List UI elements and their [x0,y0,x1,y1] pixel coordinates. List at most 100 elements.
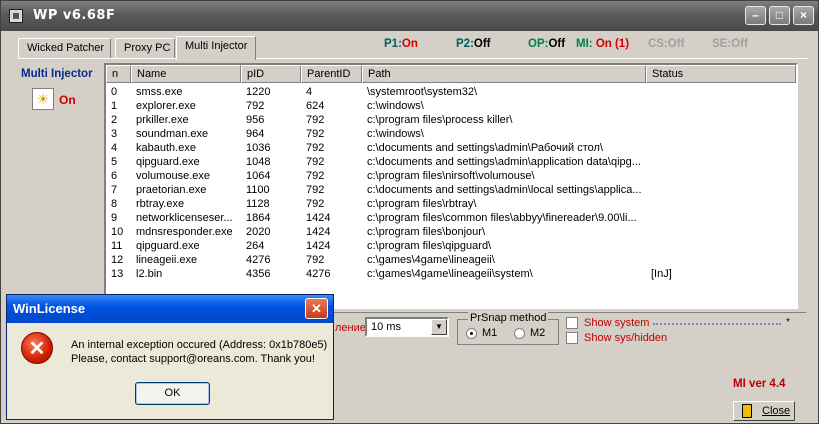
chevron-down-icon[interactable]: ▼ [431,319,447,335]
dialog-title-bar[interactable]: WinLicense ✕ [7,295,333,323]
table-cell: c:\documents and settings\admin\Рабочий … [367,142,603,154]
delay-value: 10 ms [371,321,401,333]
multi-injector-title: Multi Injector [21,68,93,80]
table-cell: 13 [111,268,124,280]
table-cell: 11 [111,240,123,252]
table-cell: c:\games\4game\lineageii\ [367,254,495,266]
table-row[interactable]: 4 kabauth.exe 1036 792 c:\documents and sett… [106,141,786,155]
sun-icon[interactable]: ☀ [32,88,54,110]
maximize-button[interactable]: □ [769,6,790,25]
table-cell: 264 [246,240,265,252]
table-cell: c:\program files\rbtray\ [367,198,477,210]
prsnap-group: PrSnap method M1 M2 [457,312,559,345]
show-hidden-label: Show sys/hidden [584,332,668,344]
delay-select[interactable]: 10 ms ▼ [365,317,449,337]
table-cell: c:\program files\common files\abbyy\fine… [367,212,637,224]
table-cell: 6 [111,170,118,182]
table-cell: 1100 [246,184,270,196]
column-header-n[interactable]: n [106,65,131,83]
process-list[interactable]: n Name pID ParentID Path Status 0 smss.ex… [104,63,798,309]
title-bar[interactable]: WP v6.68F – □ × [1,1,818,31]
minimize-button[interactable]: – [745,6,766,25]
table-cell: 956 [246,114,265,126]
table-cell: c:\program files\process killer\ [367,114,513,126]
table-row[interactable]: 13 l2.bin 4356 4276 c:\games\4game\lineageii… [106,267,786,281]
prsnap-label: PrSnap method [468,312,549,324]
app-icon[interactable] [9,9,23,23]
table-row[interactable]: 9 networklicenseser... 1864 1424 c:\program … [106,211,786,225]
table-cell: smss.exe [136,86,183,98]
table-row[interactable]: 5 qipguard.exe 1048 792 c:\documents and set… [106,155,786,169]
table-cell: qipguard.exe [136,156,200,168]
table-cell: 1864 [246,212,271,224]
ok-button[interactable]: OK [135,382,210,405]
table-cell: 964 [246,128,265,140]
table-cell: kabauth.exe [136,142,196,154]
table-cell: 2 [111,114,118,126]
table-row[interactable]: 10 mdnsresponder.exe 2020 1424 c:\program fi… [106,225,786,239]
table-row[interactable]: 1 explorer.exe 792 624 c:\windows\ [106,99,786,113]
table-cell: 1220 [246,86,271,98]
table-cell: 0 [111,86,118,98]
table-row[interactable]: 12 lineageii.exe 4276 792 c:\games\4game\lin… [106,253,786,267]
show-system-label: Show system [584,317,650,329]
table-cell: 624 [306,100,325,112]
table-cell: prkiller.exe [136,114,189,126]
radio-m2[interactable] [514,328,525,339]
table-row[interactable]: 11 qipguard.exe 264 1424 c:\program files\qi… [106,239,786,253]
status-p1: P1:On [384,38,418,50]
table-cell: c:\program files\qipguard\ [367,240,492,252]
table-cell: 4276 [246,254,271,266]
table-row[interactable]: 3 soundman.exe 964 792 c:\windows\ [106,127,786,141]
table-cell: 1048 [246,156,271,168]
radio-m1-label: M1 [482,327,498,339]
tab-multi-injector[interactable]: Multi Injector [176,36,256,60]
table-cell: 792 [306,170,325,182]
show-hidden-checkbox[interactable] [566,332,578,344]
table-cell: 1424 [306,212,331,224]
column-header-pid[interactable]: pID [241,65,301,83]
table-cell: 10 [111,226,124,238]
column-header-path[interactable]: Path [362,65,646,83]
table-cell: 792 [306,142,325,154]
table-cell: \systemroot\system32\ [367,86,478,98]
table-cell: 9 [111,212,118,224]
close-button[interactable]: Close [733,401,795,421]
table-cell: 1064 [246,170,271,182]
table-cell: l2.bin [136,268,163,280]
table-row[interactable]: 0 smss.exe 1220 4 \systemroot\system32\ [106,85,786,99]
status-p2: P2:Off [456,38,491,50]
close-window-button[interactable]: × [793,6,814,25]
table-cell: c:\windows\ [367,128,424,140]
radio-m1[interactable] [466,328,477,339]
status-se: SE:Off [712,38,748,50]
table-row[interactable]: 6 volumouse.exe 1064 792 c:\program files\ni… [106,169,786,183]
dialog-close-button[interactable]: ✕ [305,298,328,319]
tab-wicked-patcher[interactable]: Wicked Patcher [18,38,111,59]
table-cell: 8 [111,198,118,210]
slider-track[interactable] [653,323,781,325]
table-cell: c:\windows\ [367,100,424,112]
table-cell: 1128 [246,198,270,210]
column-header-status[interactable]: Status [646,65,796,83]
column-header-name[interactable]: Name [131,65,241,83]
delay-label: ление: [335,322,369,334]
table-row[interactable]: 8 rbtray.exe 1128 792 c:\program files\rbtra… [106,197,786,211]
table-cell: 1036 [246,142,271,154]
table-cell: c:\program files\bonjour\ [367,226,485,238]
show-system-checkbox[interactable] [566,317,578,329]
table-cell: c:\program files\nirsoft\volumouse\ [367,170,535,182]
table-cell: 12 [111,254,124,266]
door-icon [742,404,752,418]
dialog-line-2: Please, contact support@oreans.com. Than… [71,353,315,365]
injector-state: On [59,93,76,107]
table-row[interactable]: 7 praetorian.exe 1100 792 c:\documents and s… [106,183,786,197]
tab-proxy-pc[interactable]: Proxy PC [115,38,175,59]
table-cell: c:\documents and settings\admin\applicat… [367,156,641,168]
table-row[interactable]: 2 prkiller.exe 956 792 c:\program files\proc… [106,113,786,127]
table-cell: 792 [306,114,325,126]
column-header-parentid[interactable]: ParentID [301,65,362,83]
table-cell: c:\documents and settings\admin\local se… [367,184,642,196]
table-cell: 3 [111,128,118,140]
table-cell: praetorian.exe [136,184,207,196]
